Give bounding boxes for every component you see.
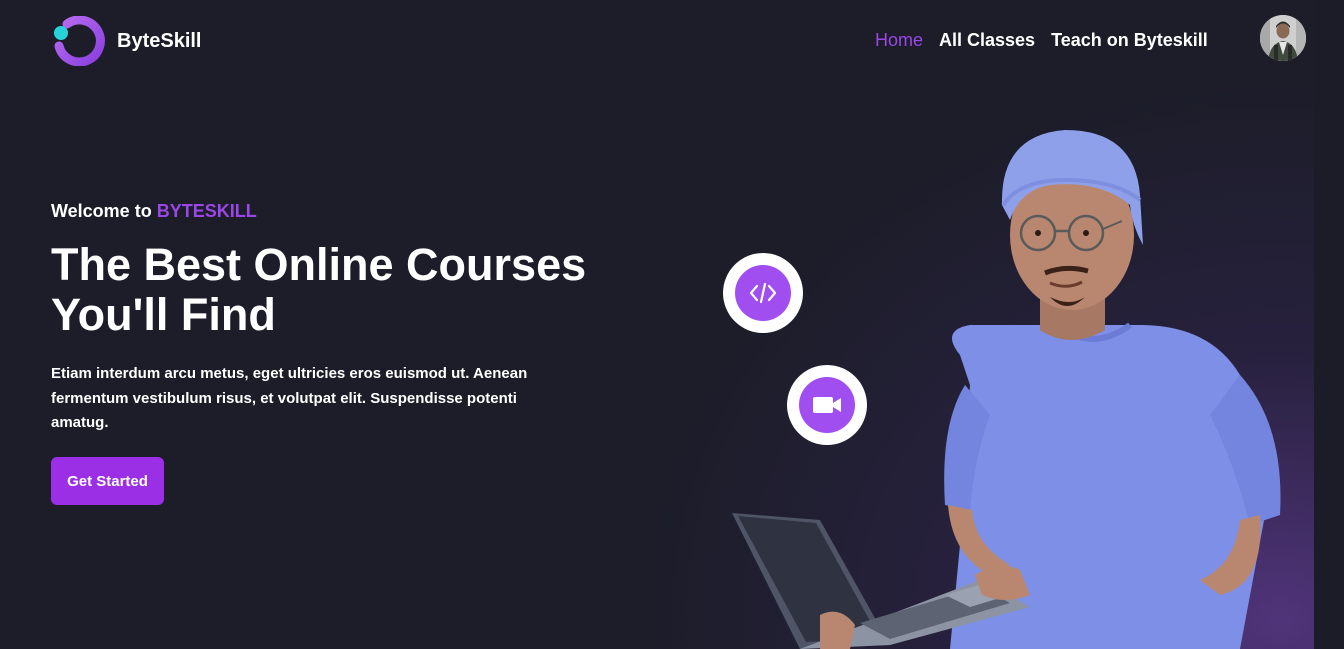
video-badge-inner	[799, 377, 855, 433]
welcome-brand: BYTESKILL	[156, 201, 257, 221]
headline-line-2: You'll Find	[51, 289, 276, 340]
hero-headline: The Best Online Courses You'll Find	[51, 240, 651, 340]
code-badge	[723, 253, 803, 333]
navbar: ByteSkill Home All Classes Teach on Byte…	[0, 0, 1344, 82]
nav-link-all-classes[interactable]: All Classes	[939, 30, 1035, 51]
nav-links: Home All Classes Teach on Byteskill	[875, 30, 1208, 51]
welcome-prefix: Welcome to	[51, 201, 157, 221]
byteskill-logo-icon[interactable]	[53, 16, 105, 66]
video-camera-icon	[813, 397, 841, 413]
code-badge-inner	[735, 265, 791, 321]
user-avatar[interactable]	[1260, 15, 1306, 61]
video-badge	[787, 365, 867, 445]
headline-line-1: The Best Online Courses	[51, 239, 587, 290]
nav-link-teach[interactable]: Teach on Byteskill	[1051, 30, 1208, 51]
scrollbar-track[interactable]	[1314, 0, 1344, 649]
get-started-button[interactable]: Get Started	[51, 457, 164, 505]
brand-name[interactable]: ByteSkill	[117, 30, 201, 53]
welcome-text: Welcome to BYTESKILL	[51, 201, 257, 222]
nav-link-home[interactable]: Home	[875, 30, 923, 51]
hero-description: Etiam interdum arcu metus, eget ultricie…	[51, 365, 528, 431]
user-avatar-image	[1260, 15, 1306, 61]
code-icon	[749, 282, 777, 304]
landing-page: ByteSkill Home All Classes Teach on Byte…	[0, 0, 1344, 649]
